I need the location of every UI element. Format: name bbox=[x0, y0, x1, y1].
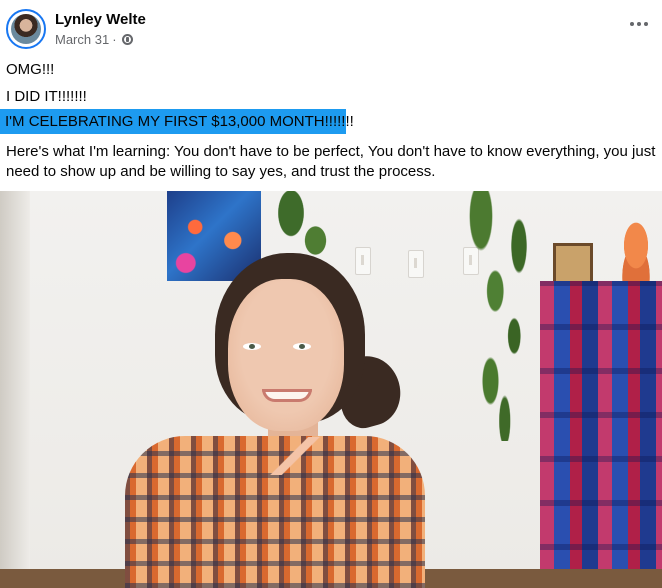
author-name[interactable]: Lynley Welte bbox=[55, 11, 146, 28]
meta-separator: · bbox=[112, 32, 117, 47]
post-paragraph: Here's what I'm learning: You don't have… bbox=[6, 143, 656, 180]
more-options-button[interactable] bbox=[630, 22, 648, 26]
globe-icon[interactable] bbox=[121, 34, 133, 45]
facebook-post: Lynley Welte March 31 · OMG!!! I DID IT!… bbox=[0, 0, 662, 588]
post-meta: March 31 · bbox=[55, 32, 133, 47]
eye bbox=[243, 343, 261, 350]
smile bbox=[262, 389, 312, 402]
author-avatar[interactable] bbox=[6, 9, 46, 49]
picture-frame bbox=[553, 243, 593, 285]
light-switch bbox=[355, 247, 371, 275]
eye bbox=[293, 343, 311, 350]
post-photo[interactable] bbox=[0, 191, 662, 588]
face bbox=[228, 279, 344, 431]
shirt-collar bbox=[250, 437, 340, 475]
post-line-3-highlighted: I'M CELEBRATING MY FIRST $13,000 MONTH!!… bbox=[5, 113, 354, 130]
post-date[interactable]: March 31 bbox=[55, 32, 109, 47]
more-options-icon bbox=[630, 22, 634, 26]
quilt bbox=[540, 281, 662, 588]
avatar-photo bbox=[11, 14, 41, 44]
post-line-1: OMG!!! bbox=[6, 61, 55, 78]
dot bbox=[637, 22, 641, 26]
post-line-2: I DID IT!!!!!!! bbox=[6, 88, 87, 105]
dot bbox=[644, 22, 648, 26]
light-switch bbox=[408, 250, 424, 278]
wall-shadow bbox=[0, 191, 30, 588]
